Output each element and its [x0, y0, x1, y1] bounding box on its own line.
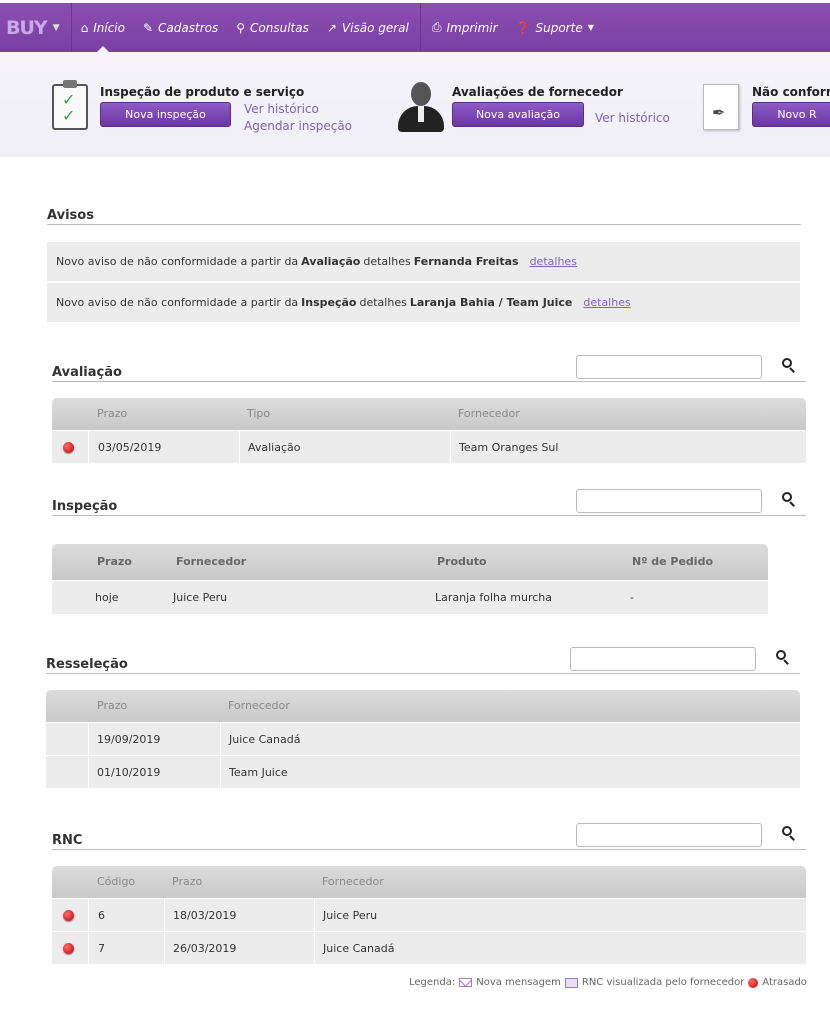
- nav-label: Suporte: [535, 20, 583, 35]
- divider: [52, 849, 806, 850]
- nav-consultas[interactable]: ⚲ Consultas: [227, 3, 318, 52]
- help-icon: ❓: [515, 20, 531, 35]
- table-row[interactable]: 7 26/03/2019 Juice Canadá: [52, 931, 806, 964]
- home-icon: ⌂: [80, 20, 89, 35]
- nav-label: Consultas: [250, 20, 309, 35]
- brand-logo: BUY: [6, 16, 48, 39]
- shortcut-bar: ✓ ✓ Inspeção de produto e serviço Nova i…: [0, 52, 830, 157]
- divider: [46, 673, 800, 674]
- ver-historico-avaliacao-link[interactable]: Ver histórico: [595, 111, 670, 125]
- nav-inicio[interactable]: ⌂ Início: [72, 3, 134, 52]
- divider: [47, 224, 801, 225]
- column-header[interactable]: Código: [97, 875, 135, 888]
- nav-label: Cadastros: [158, 20, 219, 35]
- chart-icon: ↗: [326, 20, 337, 35]
- search-icon[interactable]: [782, 492, 798, 508]
- rnc-title: RNC: [52, 833, 83, 848]
- late-status-icon: [63, 442, 74, 453]
- table-row[interactable]: 01/10/2019 Team Juice: [46, 755, 800, 788]
- envelope-icon: [459, 978, 473, 987]
- nav-suporte[interactable]: ❓ Suporte ▼: [507, 3, 603, 52]
- table-row[interactable]: hoje Juice Peru Laranja folha murcha -: [52, 580, 768, 614]
- table-row[interactable]: 03/05/2019 Avaliação Team Oranges Sul: [52, 430, 806, 463]
- column-header[interactable]: Fornecedor: [322, 875, 384, 888]
- divider: [52, 515, 806, 516]
- column-header[interactable]: Fornecedor: [228, 699, 290, 712]
- supplier-person-icon: [398, 82, 444, 132]
- envelope-open-icon: [564, 977, 578, 988]
- nav-label: Visão geral: [341, 20, 409, 35]
- column-header[interactable]: Fornecedor: [458, 407, 520, 420]
- novo-rnc-button[interactable]: Novo R: [752, 102, 830, 127]
- printer-icon: ⎙: [431, 20, 442, 34]
- avaliacao-shortcut-title: Avaliações de fornecedor: [452, 85, 623, 99]
- detalhes-link[interactable]: detalhes: [530, 255, 577, 268]
- inspecao-table: Prazo Fornecedor Produto Nº de Pedido ho…: [52, 544, 768, 614]
- aviso-item: Novo aviso de não conformidade a partir …: [47, 283, 800, 323]
- inspecao-shortcut-title: Inspeção de produto e serviço: [100, 85, 305, 99]
- top-navbar: BUY ▼ ⌂ Início ✎ Cadastros ⚲ Consultas ↗…: [0, 3, 830, 52]
- search-icon: ⚲: [236, 20, 246, 35]
- caret-down-icon: ▼: [52, 22, 60, 33]
- table-row[interactable]: 6 18/03/2019 Juice Peru: [52, 898, 806, 931]
- late-status-icon: [748, 977, 759, 988]
- detalhes-link[interactable]: detalhes: [583, 296, 630, 309]
- divider: [52, 381, 806, 382]
- column-header[interactable]: Prazo: [172, 875, 202, 888]
- pencil-icon: ✎: [142, 20, 154, 35]
- column-header[interactable]: Nº de Pedido: [632, 555, 713, 568]
- inspecao-search-input[interactable]: [576, 489, 762, 513]
- late-status-icon: [63, 910, 74, 921]
- column-header[interactable]: Tipo: [247, 407, 270, 420]
- avaliacao-title: Avaliação: [52, 365, 122, 380]
- nav-divider: [419, 3, 421, 52]
- late-status-icon: [63, 943, 74, 954]
- nova-inspecao-button[interactable]: Nova inspeção: [100, 102, 231, 127]
- nav-imprimir[interactable]: ⎙ Imprimir: [423, 3, 507, 52]
- rnc-search-input[interactable]: [576, 823, 762, 847]
- ver-historico-inspecao-link[interactable]: Ver histórico: [244, 102, 319, 116]
- avisos-title: Avisos: [47, 208, 94, 223]
- resselecao-table: Prazo Fornecedor 19/09/2019 Juice Canadá…: [46, 690, 800, 788]
- document-pen-icon: ✒: [703, 84, 739, 130]
- rnc-table: Código Prazo Fornecedor 6 18/03/2019 Jui…: [52, 866, 806, 964]
- column-header[interactable]: Prazo: [97, 699, 127, 712]
- avaliacao-search-input[interactable]: [576, 355, 762, 379]
- search-icon[interactable]: [776, 650, 792, 666]
- column-header[interactable]: Prazo: [97, 555, 132, 568]
- resselecao-title: Resseleção: [46, 657, 128, 672]
- column-header[interactable]: Fornecedor: [176, 555, 246, 568]
- nav-label: Imprimir: [446, 20, 498, 35]
- aviso-item: Novo aviso de não conformidade a partir …: [47, 242, 800, 282]
- nova-avaliacao-button[interactable]: Nova avaliação: [452, 102, 584, 127]
- nc-shortcut-title: Não conforn: [752, 85, 830, 99]
- search-icon[interactable]: [782, 826, 798, 842]
- agendar-inspecao-link[interactable]: Agendar inspeção: [244, 119, 352, 133]
- nav-cadastros[interactable]: ✎ Cadastros: [134, 3, 227, 52]
- column-header[interactable]: Produto: [437, 555, 487, 568]
- resselecao-search-input[interactable]: [570, 647, 756, 671]
- caret-down-icon: ▼: [587, 23, 594, 32]
- clipboard-check-icon: ✓ ✓: [52, 80, 88, 130]
- brand-menu[interactable]: BUY ▼: [0, 3, 72, 52]
- avaliacao-table: Prazo Tipo Fornecedor 03/05/2019 Avaliaç…: [52, 398, 806, 463]
- inspecao-title: Inspeção: [52, 499, 118, 514]
- legend: Legenda: Nova mensagem RNC visualizada p…: [409, 977, 807, 988]
- search-icon[interactable]: [782, 358, 798, 374]
- nav-visao-geral[interactable]: ↗ Visão geral: [318, 3, 418, 52]
- nav-label: Início: [93, 20, 125, 35]
- column-header[interactable]: Prazo: [97, 407, 127, 420]
- table-row[interactable]: 19/09/2019 Juice Canadá: [46, 722, 800, 755]
